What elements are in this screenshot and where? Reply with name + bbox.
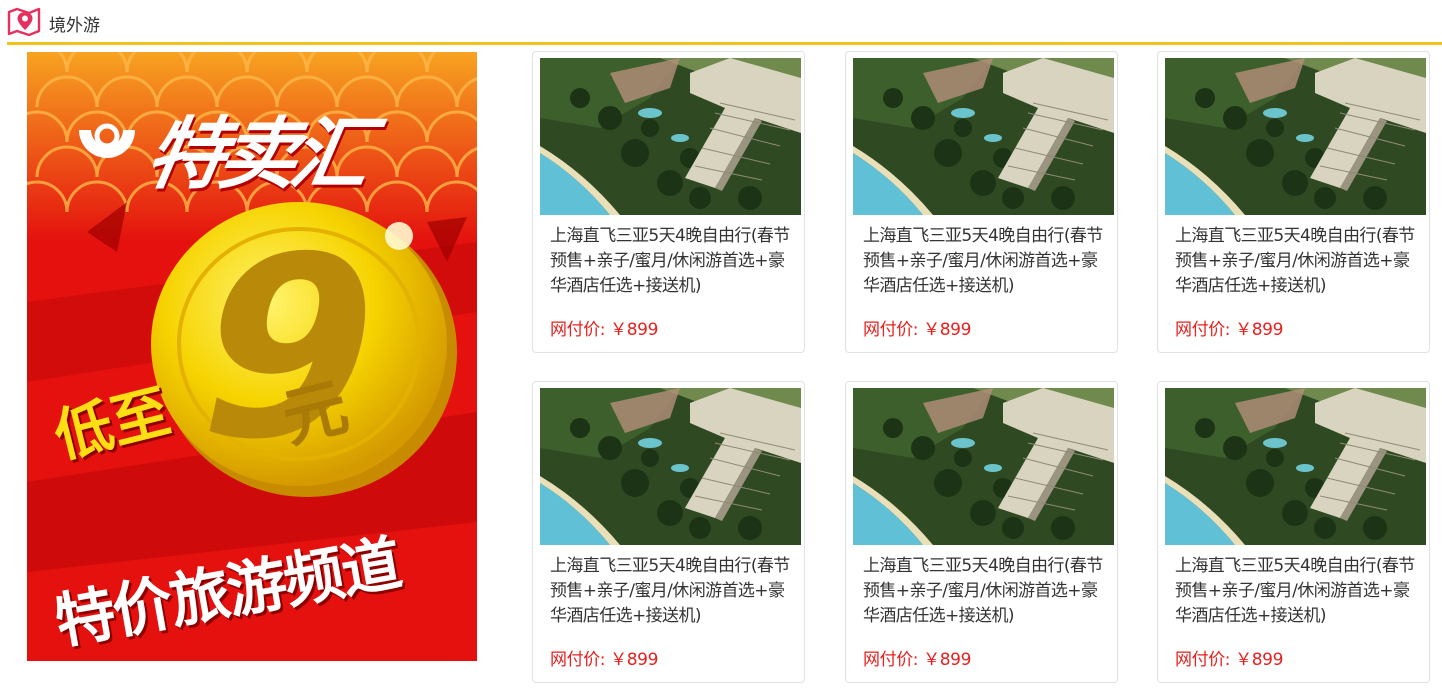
price-label: 网付价: xyxy=(1175,320,1231,340)
price-value: ￥899 xyxy=(1235,650,1284,670)
product-price-row: 网付价: ￥899 xyxy=(550,645,658,670)
product-name[interactable]: 上海直飞三亚5天4晚自由行(春节预售+亲子/蜜月/休闲游首选+豪华酒店任选+接送… xyxy=(863,224,1109,299)
product-card[interactable]: 上海直飞三亚5天4晚自由行(春节预售+亲子/蜜月/休闲游首选+豪华酒店任选+接送… xyxy=(532,51,805,353)
product-image[interactable] xyxy=(853,388,1114,545)
promo-banner[interactable]: 特卖汇 低至 9 元 特价旅游频道 xyxy=(27,52,477,661)
product-card[interactable]: 上海直飞三亚5天4晚自由行(春节预售+亲子/蜜月/休闲游首选+豪华酒店任选+接送… xyxy=(1157,381,1430,683)
price-value: ￥899 xyxy=(923,320,972,340)
section-header: 境外游 xyxy=(7,0,1442,45)
price-value: ￥899 xyxy=(610,320,659,340)
price-label: 网付价: xyxy=(550,320,606,340)
product-card[interactable]: 上海直飞三亚5天4晚自由行(春节预售+亲子/蜜月/休闲游首选+豪华酒店任选+接送… xyxy=(845,381,1118,683)
product-card[interactable]: 上海直飞三亚5天4晚自由行(春节预售+亲子/蜜月/休闲游首选+豪华酒店任选+接送… xyxy=(532,381,805,683)
product-image[interactable] xyxy=(1165,388,1426,545)
product-price-row: 网付价: ￥899 xyxy=(863,315,971,340)
product-name[interactable]: 上海直飞三亚5天4晚自由行(春节预售+亲子/蜜月/休闲游首选+豪华酒店任选+接送… xyxy=(1175,224,1421,299)
product-price-row: 网付价: ￥899 xyxy=(1175,645,1283,670)
price-value: ￥899 xyxy=(923,650,972,670)
product-price-row: 网付价: ￥899 xyxy=(550,315,658,340)
map-location-icon xyxy=(7,7,41,36)
product-name[interactable]: 上海直飞三亚5天4晚自由行(春节预售+亲子/蜜月/休闲游首选+豪华酒店任选+接送… xyxy=(550,224,796,299)
promo-brand: 特卖汇 xyxy=(139,110,372,200)
product-name[interactable]: 上海直飞三亚5天4晚自由行(春节预售+亲子/蜜月/休闲游首选+豪华酒店任选+接送… xyxy=(550,554,796,629)
section-title: 境外游 xyxy=(49,16,100,36)
product-image[interactable] xyxy=(540,58,801,215)
product-price-row: 网付价: ￥899 xyxy=(1175,315,1283,340)
price-value: ￥899 xyxy=(1235,320,1284,340)
price-label: 网付价: xyxy=(1175,650,1231,670)
product-image[interactable] xyxy=(540,388,801,545)
product-price-row: 网付价: ￥899 xyxy=(863,645,971,670)
product-grid: 上海直飞三亚5天4晚自由行(春节预售+亲子/蜜月/休闲游首选+豪华酒店任选+接送… xyxy=(532,51,1432,686)
price-value: ￥899 xyxy=(610,650,659,670)
product-card[interactable]: 上海直飞三亚5天4晚自由行(春节预售+亲子/蜜月/休闲游首选+豪华酒店任选+接送… xyxy=(845,51,1118,353)
product-name[interactable]: 上海直飞三亚5天4晚自由行(春节预售+亲子/蜜月/休闲游首选+豪华酒店任选+接送… xyxy=(1175,554,1421,629)
product-card[interactable]: 上海直飞三亚5天4晚自由行(春节预售+亲子/蜜月/休闲游首选+豪华酒店任选+接送… xyxy=(1157,51,1430,353)
price-label: 网付价: xyxy=(550,650,606,670)
product-image[interactable] xyxy=(1165,58,1426,215)
price-label: 网付价: xyxy=(863,320,919,340)
product-image[interactable] xyxy=(853,58,1114,215)
product-name[interactable]: 上海直飞三亚5天4晚自由行(春节预售+亲子/蜜月/休闲游首选+豪华酒店任选+接送… xyxy=(863,554,1109,629)
price-label: 网付价: xyxy=(863,650,919,670)
